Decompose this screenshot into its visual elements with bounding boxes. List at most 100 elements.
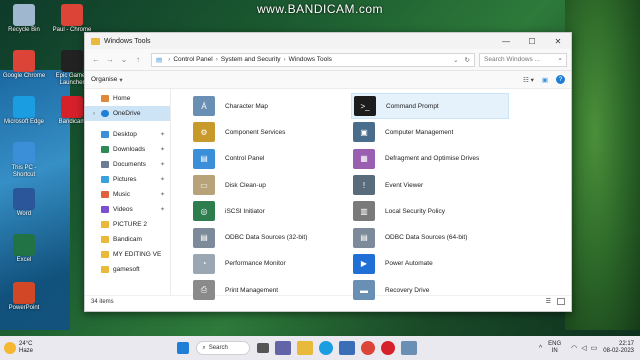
- desktop-icon[interactable]: Google Chrome: [2, 50, 46, 80]
- nav-item-folder[interactable]: gamesoft: [85, 262, 170, 277]
- weather-widget[interactable]: 24°C Haze: [0, 341, 60, 355]
- tool-item[interactable]: ▣ Computer Management: [351, 119, 509, 145]
- nav-item-folder[interactable]: MY EDITING VE: [85, 247, 170, 262]
- tool-item[interactable]: ▶ Power Automate: [351, 251, 509, 277]
- refresh-icon[interactable]: ↻: [465, 56, 470, 64]
- forward-arrow-icon[interactable]: →: [103, 55, 117, 64]
- desktop-icon[interactable]: PowerPoint: [2, 282, 46, 312]
- preview-pane-icon[interactable]: ▣: [542, 76, 548, 84]
- volume-icon[interactable]: ◁: [581, 344, 586, 352]
- tool-item[interactable]: ▤ Control Panel: [191, 146, 349, 172]
- clock[interactable]: 22:17 08-02-2023: [603, 341, 634, 355]
- tool-item[interactable]: ▤ ODBC Data Sources (32-bit): [191, 224, 349, 250]
- nav-label: Videos: [113, 206, 133, 213]
- details-view-icon[interactable]: ☰: [546, 298, 551, 305]
- item-count: 34 items: [91, 298, 114, 305]
- chevron-right-icon[interactable]: ›: [93, 111, 101, 117]
- edge-icon[interactable]: [319, 341, 334, 355]
- desktop-icon[interactable]: Recycle Bin: [2, 4, 46, 34]
- bandicam-icon[interactable]: [381, 341, 396, 355]
- nav-item-folder[interactable]: Videos ✦: [85, 202, 170, 217]
- bandicam-icon: [61, 96, 83, 118]
- nav-item-folder[interactable]: Pictures ✦: [85, 172, 170, 187]
- breadcrumb-system-security[interactable]: System and Security: [221, 56, 281, 63]
- desktop-icon[interactable]: Microsoft Edge: [2, 96, 46, 126]
- nav-item-folder[interactable]: PICTURE 2: [85, 217, 170, 232]
- tool-item[interactable]: ◎ iSCSI Initiator: [191, 198, 349, 224]
- back-arrow-icon[interactable]: ←: [89, 55, 103, 64]
- tool-item[interactable]: >_ Command Prompt: [351, 93, 509, 120]
- excel-icon: [13, 234, 35, 256]
- store-icon[interactable]: [339, 341, 356, 355]
- minimize-button[interactable]: —: [493, 37, 519, 46]
- chrome-icon[interactable]: [361, 341, 376, 355]
- control-panel-icon: ▤: [156, 56, 163, 64]
- desktop-icon-label: Recycle Bin: [8, 27, 40, 33]
- breadcrumb-control-panel[interactable]: Control Panel: [173, 56, 212, 63]
- nav-item-onedrive[interactable]: › OneDrive: [85, 106, 170, 121]
- chevron-down-icon[interactable]: ▾: [119, 76, 122, 84]
- tool-icon: ▦: [353, 148, 375, 169]
- address-bar[interactable]: ▤ › Control Panel › System and Security …: [151, 52, 475, 67]
- pin-icon[interactable]: ✦: [160, 161, 170, 168]
- tool-item[interactable]: ▥ Local Security Policy: [351, 198, 509, 224]
- tool-icon: ▶: [353, 253, 375, 274]
- desktop-icon[interactable]: This PC - Shortcut: [2, 142, 46, 179]
- nav-label: Documents: [113, 161, 146, 168]
- nav-item-folder[interactable]: Downloads ✦: [85, 142, 170, 157]
- address-dropdown-icon[interactable]: ⌄: [453, 56, 458, 64]
- task-view-icon[interactable]: [257, 343, 270, 353]
- tool-item[interactable]: ◔ Performance Monitor: [191, 251, 349, 277]
- tool-icon: ▤: [353, 227, 375, 248]
- desktop-icon[interactable]: Excel: [2, 234, 46, 264]
- wifi-icon[interactable]: ◠: [571, 344, 577, 352]
- tool-item[interactable]: ▭ Disk Clean-up: [191, 172, 349, 198]
- help-icon[interactable]: ?: [556, 75, 565, 84]
- tool-item[interactable]: Á Character Map: [191, 93, 349, 119]
- tool-item[interactable]: ⚙ Component Services: [191, 119, 349, 145]
- organise-menu[interactable]: Organise: [91, 76, 117, 83]
- tool-item[interactable]: ▦ Defragment and Optimise Drives: [351, 146, 509, 172]
- pin-icon[interactable]: ✦: [160, 206, 170, 213]
- tool-item[interactable]: ! Event Viewer: [351, 172, 509, 198]
- tool-label: iSCSI Initiator: [225, 207, 265, 215]
- nav-item-folder[interactable]: Documents ✦: [85, 157, 170, 172]
- desktop-icon[interactable]: Word: [2, 188, 46, 218]
- pin-icon[interactable]: ✦: [160, 176, 170, 183]
- teams-icon[interactable]: [275, 341, 292, 355]
- pin-icon[interactable]: ✦: [160, 131, 170, 138]
- desktop-icon-label: Word: [16, 211, 32, 217]
- nav-item-folder[interactable]: Bandicam: [85, 232, 170, 247]
- view-options-icon[interactable]: ☷ ▾: [523, 76, 534, 84]
- title-bar[interactable]: Windows Tools — ☐ ✕: [85, 33, 571, 49]
- search-icon: ⌕: [202, 344, 206, 351]
- nav-item-home[interactable]: Home: [85, 91, 170, 106]
- file-explorer-icon[interactable]: [297, 341, 314, 355]
- nav-item-folder[interactable]: Desktop ✦: [85, 127, 170, 142]
- chrome-icon: [61, 4, 83, 26]
- breadcrumb-windows-tools[interactable]: Windows Tools: [289, 56, 332, 63]
- recent-chevron-icon[interactable]: ⌄: [117, 55, 131, 64]
- show-hidden-icons-icon[interactable]: ^: [539, 345, 542, 352]
- folder-icon: [101, 176, 109, 183]
- pin-icon[interactable]: ✦: [160, 191, 170, 198]
- start-icon[interactable]: [177, 342, 190, 354]
- folder-icon: [101, 251, 109, 258]
- nav-item-folder[interactable]: Music ✦: [85, 187, 170, 202]
- pin-icon[interactable]: ✦: [160, 146, 170, 153]
- up-arrow-icon[interactable]: ↑: [131, 55, 145, 64]
- battery-icon[interactable]: ▭: [591, 344, 598, 352]
- window-title: Windows Tools: [104, 37, 151, 45]
- taskbar-search[interactable]: ⌕ Search: [196, 341, 251, 355]
- language-indicator[interactable]: ENG IN: [548, 341, 561, 355]
- search-input[interactable]: Search Windows ... ⌕: [479, 52, 567, 67]
- tool-item[interactable]: ▤ ODBC Data Sources (64-bit): [351, 224, 509, 250]
- close-button[interactable]: ✕: [545, 37, 571, 46]
- desktop-icon[interactable]: Paul - Chrome: [50, 4, 94, 34]
- clock-date: 08-02-2023: [603, 348, 634, 354]
- tool-item[interactable]: ▬ Recovery Drive: [351, 277, 509, 303]
- large-icons-view-icon[interactable]: [557, 298, 565, 305]
- windows-tools-icon[interactable]: [401, 341, 418, 355]
- tool-item[interactable]: ⎙ Print Management: [191, 277, 349, 303]
- maximize-button[interactable]: ☐: [519, 37, 545, 46]
